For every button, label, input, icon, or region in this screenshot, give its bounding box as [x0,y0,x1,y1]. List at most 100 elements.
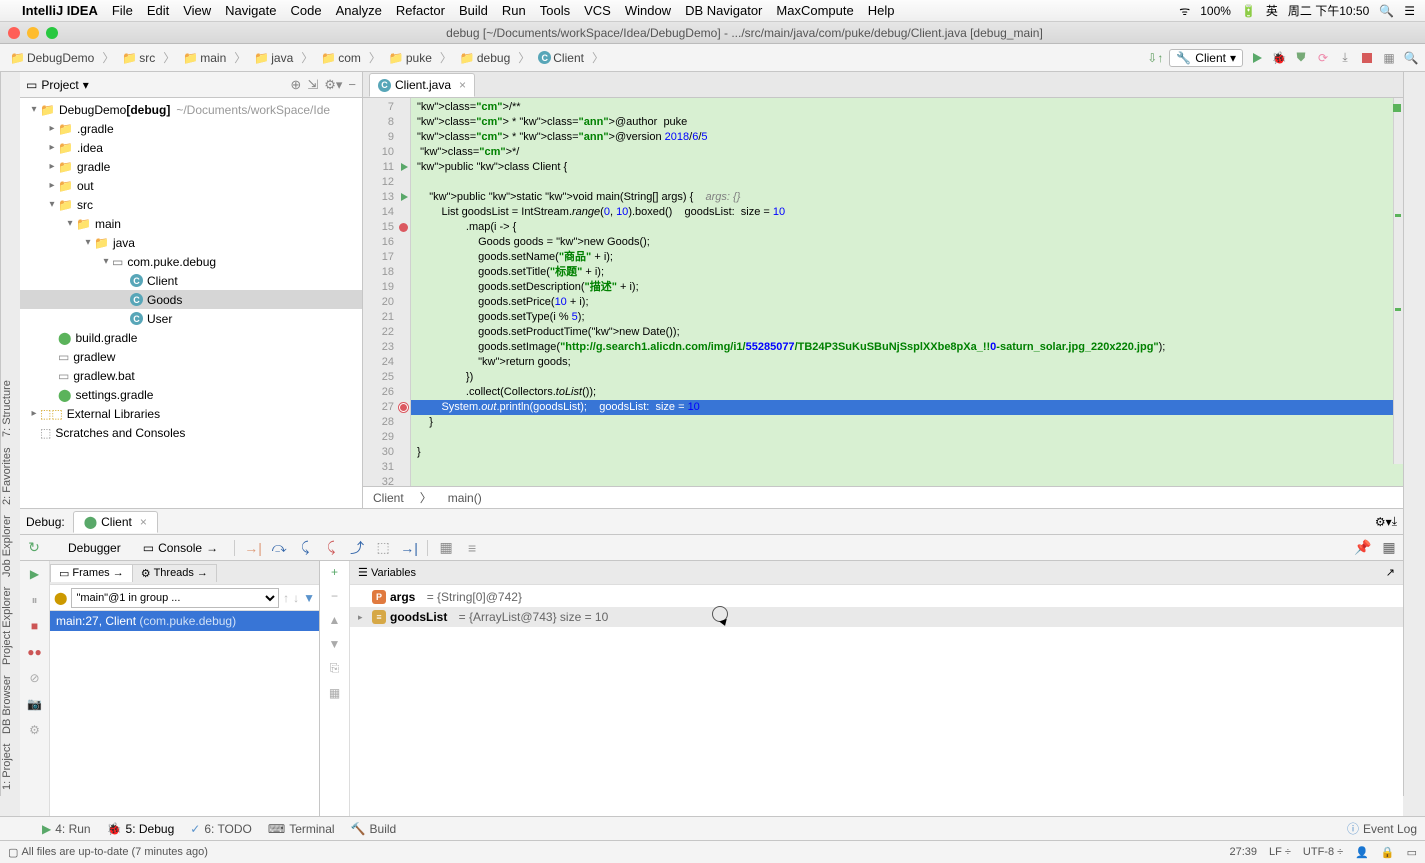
mute-bp-icon[interactable]: ⊘ [26,669,44,687]
menu-analyze[interactable]: Analyze [336,3,382,18]
menu-help[interactable]: Help [868,3,895,18]
thread-dump-icon[interactable]: 📷 [26,695,44,713]
menu-vcs[interactable]: VCS [584,3,611,18]
tree-row[interactable]: CGoods [20,290,362,309]
debug-button[interactable] [1271,50,1287,66]
menu-window[interactable]: Window [625,3,671,18]
project-settings-icon[interactable]: ⚙▾ [324,77,342,93]
tool-todo[interactable]: ✓6: TODO [190,822,252,836]
rerun-button[interactable]: ↻ [24,538,44,558]
run-to-cursor-icon[interactable]: →| [399,538,419,558]
tree-row[interactable]: ▸📁gradle [20,157,362,176]
menu-file[interactable]: File [112,3,133,18]
close-window-icon[interactable] [8,27,20,39]
editor-body[interactable]: 7891011121314151617181920212223242526272… [363,98,1403,486]
editor-gutter[interactable]: 7891011121314151617181920212223242526272… [363,98,411,486]
line-separator[interactable]: LF ÷ [1269,846,1291,858]
tree-row[interactable]: ⬤build.gradle [20,328,362,347]
thread-select[interactable]: "main"@1 in group ... [71,588,279,608]
stop-button[interactable] [1359,50,1375,66]
watch-settings-icon[interactable]: ▦ [329,686,340,700]
tree-row[interactable]: ▸📁.gradle [20,119,362,138]
menu-edit[interactable]: Edit [147,3,169,18]
bc-project[interactable]: DebugDemo [27,51,94,65]
trace-icon[interactable]: ≡ [462,538,482,558]
tree-row[interactable]: ▭gradlew [20,347,362,366]
project-tree[interactable]: ▾📁DebugDemo [debug] ~/Documents/workSpac… [20,98,362,508]
filter-icon[interactable]: ▼ [303,591,315,605]
resume-button[interactable]: ▶ [26,565,44,583]
menu-maxcompute[interactable]: MaxCompute [776,3,853,18]
tool-debug[interactable]: 🐞5: Debug [107,822,175,836]
variable-row[interactable]: ▸ ≡ goodsList = {ArrayList@743} size = 1… [350,607,1403,627]
remove-watch-icon[interactable]: − [331,589,338,603]
strip-projectexplorer[interactable]: Project Explorer [1,587,20,665]
tree-row[interactable]: CClient [20,271,362,290]
threads-tab[interactable]: ⚙Threads→ [132,564,217,582]
menu-build[interactable]: Build [459,3,488,18]
pin-icon[interactable]: 📌 [1353,538,1373,558]
bc-main[interactable]: main [200,51,226,65]
breadcrumb[interactable]: 📁DebugDemo〉 📁src〉 📁main〉 📁java〉 📁com〉 📁p… [6,49,606,67]
tree-row[interactable]: ▸⬚⬚External Libraries [20,404,362,423]
strip-project[interactable]: 1: Project [1,744,20,790]
breakpoints-icon[interactable]: ●● [26,643,44,661]
tree-row[interactable]: ⬚Scratches and Consoles [20,423,362,442]
console-tab[interactable]: ▭Console→ [135,539,226,557]
bc-java[interactable]: java [271,51,293,65]
step-out-icon[interactable]: ⤴ [347,538,367,558]
editor-code[interactable]: "kw">class="cm">/**"kw">class="cm"> * "k… [411,98,1403,486]
tree-row[interactable]: CUser [20,309,362,328]
stop-button[interactable]: ■ [26,617,44,635]
next-frame-icon[interactable]: ↓ [293,591,299,605]
drop-frame-icon[interactable]: ⬚ [373,538,393,558]
menu-navigate[interactable]: Navigate [225,3,276,18]
debugger-tab[interactable]: Debugger [60,539,129,557]
crumb-class[interactable]: Client [373,491,404,505]
tree-row[interactable]: ▭gradlew.bat [20,366,362,385]
menu-run[interactable]: Run [502,3,526,18]
down-icon[interactable]: ▼ [329,637,341,651]
variable-row[interactable]: P args = {String[0]@742} [350,587,1403,607]
layout-button[interactable]: ▦ [1381,50,1397,66]
tree-row[interactable]: ⬤settings.gradle [20,385,362,404]
menubar-icon[interactable]: ☰ [1404,4,1415,18]
project-target-icon[interactable]: ⊕ [290,77,301,93]
menu-code[interactable]: Code [290,3,321,18]
menu-dbnavigator[interactable]: DB Navigator [685,3,762,18]
inspections-icon[interactable]: 👤 [1355,846,1369,859]
tree-row[interactable]: ▾▭com.puke.debug [20,252,362,271]
menu-tools[interactable]: Tools [540,3,570,18]
force-step-into-icon[interactable]: ⤹ [321,538,341,558]
crumb-method[interactable]: main() [448,491,482,505]
profile-button[interactable]: ⟳ [1315,50,1331,66]
bc-client[interactable]: Client [553,51,584,65]
prev-frame-icon[interactable]: ↑ [283,591,289,605]
new-watch-icon[interactable]: + [331,565,338,579]
strip-dbbrowser[interactable]: DB Browser [1,675,20,734]
menu-view[interactable]: View [183,3,211,18]
debug-settings-icon[interactable]: ⚙▾ [1375,515,1392,529]
evaluate-icon[interactable]: ▦ [436,538,456,558]
coverage-button[interactable]: ⛊ [1293,50,1309,66]
strip-structure[interactable]: 7: Structure [1,380,20,437]
run-button[interactable] [1249,50,1265,66]
maximize-window-icon[interactable] [46,27,58,39]
editor-tab-client[interactable]: C Client.java × [369,73,475,97]
show-exec-point-icon[interactable]: →| [243,538,263,558]
bc-puke[interactable]: puke [406,51,432,65]
bc-com[interactable]: com [338,51,361,65]
search-button[interactable]: 🔍 [1403,50,1419,66]
spotlight-icon[interactable]: 🔍 [1379,4,1394,18]
tool-eventlog[interactable]: ⓘEvent Log [1347,820,1417,837]
tool-build[interactable]: 🔨Build [351,822,397,836]
restore-layout-icon[interactable]: ↗ [1386,566,1395,579]
debug-tab-client[interactable]: ⬤Client × [73,511,158,533]
tree-row[interactable]: ▸📁out [20,176,362,195]
tree-row[interactable]: ▾📁java [20,233,362,252]
close-icon[interactable]: × [140,515,147,529]
menu-refactor[interactable]: Refactor [396,3,445,18]
minimize-window-icon[interactable] [27,27,39,39]
lock-icon[interactable]: 🔒 [1381,846,1395,859]
strip-favorites[interactable]: 2: Favorites [1,447,20,504]
